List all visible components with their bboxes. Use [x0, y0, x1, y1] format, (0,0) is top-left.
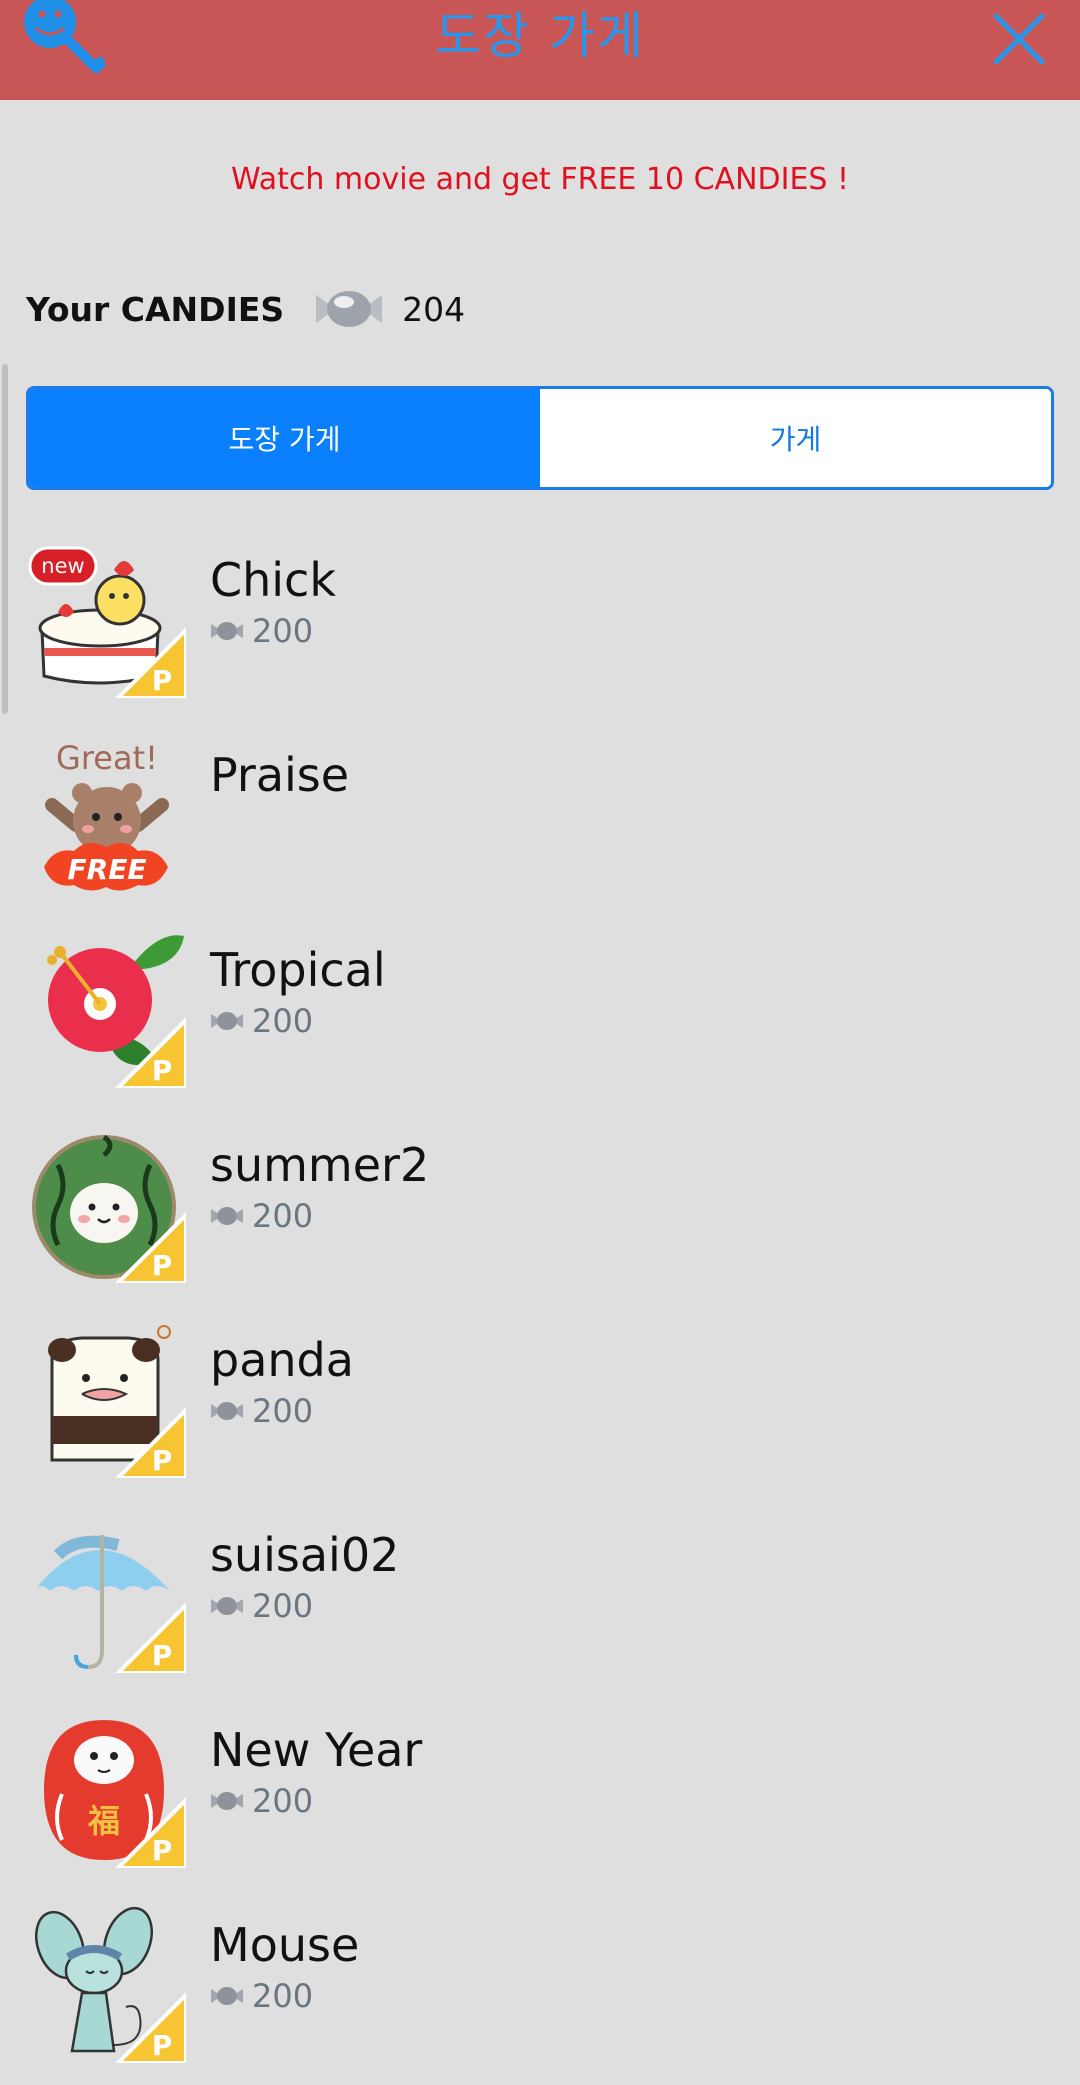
item-name: Tropical — [210, 943, 386, 997]
close-icon[interactable] — [990, 10, 1048, 68]
candy-icon — [211, 1792, 243, 1810]
item-name: suisai02 — [210, 1528, 400, 1582]
list-item[interactable]: P suisai02 200 — [0, 1505, 1080, 1700]
item-name: Mouse — [210, 1918, 360, 1972]
watermelon-seal-thumbnail: P — [32, 1134, 186, 1283]
item-name: panda — [210, 1333, 354, 1387]
candy-icon — [211, 1012, 243, 1030]
free-badge: FREE — [68, 853, 147, 886]
tab-store[interactable]: 가게 — [540, 389, 1051, 487]
item-price: 200 — [210, 1782, 313, 1820]
list-item[interactable]: P panda 200 — [0, 1310, 1080, 1505]
premium-tag: P — [152, 1639, 173, 1672]
premium-tag: P — [152, 2029, 173, 2062]
item-name: New Year — [210, 1723, 423, 1777]
item-name: Chick — [210, 553, 336, 607]
candy-icon — [211, 1987, 243, 2005]
premium-tag: P — [152, 1444, 173, 1477]
price-value: 200 — [252, 1392, 314, 1430]
price-value: 200 — [252, 1782, 314, 1820]
price-value: 200 — [252, 612, 314, 650]
candy-icon — [316, 291, 383, 327]
praise-bear-thumbnail: Great! FREE — [44, 739, 169, 891]
free-candies-promo-link[interactable]: Watch movie and get FREE 10 CANDIES ! — [0, 158, 1080, 202]
candies-label: Your CANDIES — [26, 289, 285, 329]
item-price: 200 — [210, 612, 313, 650]
item-name: Praise — [210, 748, 350, 802]
item-price: 200 — [210, 1392, 313, 1430]
new-badge: new — [41, 554, 84, 578]
list-item[interactable]: P Tropical 200 — [0, 920, 1080, 1115]
list-item[interactable]: 福 P New Year 200 — [0, 1700, 1080, 1895]
mouse-thumbnail: P — [35, 1906, 186, 2063]
candy-icon — [211, 1597, 243, 1615]
chick-cake-thumbnail: new P — [28, 546, 186, 698]
price-value: 200 — [252, 1197, 314, 1235]
list-item[interactable]: P summer2 200 — [0, 1115, 1080, 1310]
tab-stamp-store[interactable]: 도장 가게 — [29, 389, 540, 487]
price-value: 200 — [252, 1587, 314, 1625]
umbrella-thumbnail: P — [34, 1535, 186, 1673]
premium-tag: P — [152, 1834, 173, 1867]
price-value: 200 — [252, 1002, 314, 1040]
premium-tag: P — [152, 1249, 173, 1282]
sticker-list: new P Chick 200 Great! FREE Praise P Tro… — [0, 530, 1080, 2085]
candy-icon — [211, 1207, 243, 1225]
store-tabs: 도장 가게 가게 — [26, 386, 1054, 490]
item-price: 200 — [210, 1002, 313, 1040]
candies-balance: Your CANDIES 204 — [26, 284, 465, 334]
thumbnail-text: 福 — [87, 1802, 120, 1840]
item-price: 200 — [210, 1197, 313, 1235]
item-name: summer2 — [210, 1138, 430, 1192]
list-item[interactable]: Great! FREE Praise — [0, 725, 1080, 920]
page-title: 도장 가게 — [435, 7, 645, 65]
candy-icon — [211, 1402, 243, 1420]
list-item[interactable]: new P Chick 200 — [0, 530, 1080, 725]
header-bar: 도장 가게 — [0, 0, 1080, 100]
premium-tag: P — [152, 1054, 173, 1087]
item-price: 200 — [210, 1587, 313, 1625]
thumbnail-text: Great! — [56, 739, 158, 777]
panda-thumbnail: P — [48, 1325, 186, 1478]
candy-icon — [211, 622, 243, 640]
daruma-thumbnail: 福 P — [44, 1720, 186, 1868]
premium-tag: P — [152, 664, 173, 697]
candies-count: 204 — [402, 289, 466, 329]
list-item[interactable]: P Mouse 200 — [0, 1895, 1080, 2085]
item-price: 200 — [210, 1977, 313, 2015]
price-value: 200 — [252, 1977, 314, 2015]
tropical-flower-thumbnail: P — [47, 935, 186, 1088]
